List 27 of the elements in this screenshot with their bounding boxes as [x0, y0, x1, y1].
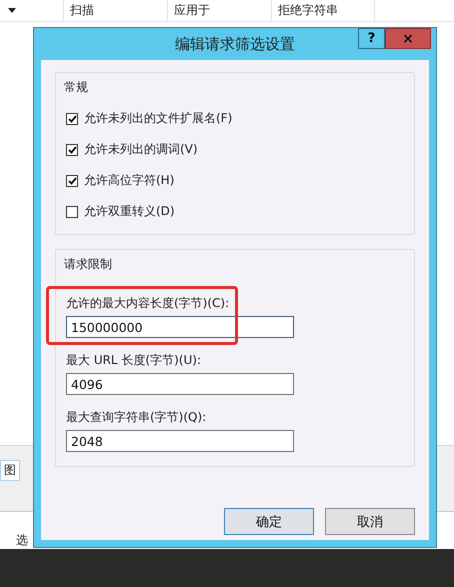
- input-field[interactable]: 150000000: [66, 316, 294, 338]
- checkbox-label[interactable]: 允许未列出的调词(V): [84, 141, 198, 158]
- dialog-button[interactable]: 确定: [224, 508, 314, 535]
- close-button[interactable]: ×: [385, 28, 431, 49]
- help-button[interactable]: ?: [358, 28, 385, 49]
- checkbox-label[interactable]: 允许双重转义(D): [84, 203, 175, 220]
- column-header[interactable]: 扫描: [63, 0, 167, 21]
- window-title: 编辑请求筛选设置: [175, 34, 295, 54]
- checkbox[interactable]: [66, 112, 78, 124]
- field-label: 最大查询字符串(字节)(Q):: [66, 410, 206, 424]
- field-label: 允许的最大内容长度(字节)(C):: [66, 296, 230, 310]
- checkbox-label[interactable]: 允许高位字符(H): [84, 172, 174, 189]
- input-field[interactable]: 4096: [66, 373, 294, 395]
- checkbox[interactable]: [66, 174, 78, 186]
- checkbox[interactable]: [66, 206, 78, 218]
- group-title: 常规: [64, 79, 89, 96]
- partial-label: 选: [16, 533, 28, 547]
- view-tab[interactable]: 图: [0, 460, 20, 481]
- dialog-button[interactable]: 取消: [325, 508, 415, 535]
- checkbox-label[interactable]: 允许未列出的文件扩展名(F): [84, 110, 232, 127]
- column-header[interactable]: 拒绝字符串: [271, 0, 375, 21]
- dropdown-arrow-icon[interactable]: [8, 8, 16, 13]
- group-title: 请求限制: [64, 256, 113, 273]
- column-header[interactable]: 应用于: [167, 0, 271, 21]
- checkbox[interactable]: [66, 144, 78, 156]
- input-field[interactable]: 2048: [66, 430, 294, 452]
- field-label: 最大 URL 长度(字节)(U):: [66, 353, 201, 367]
